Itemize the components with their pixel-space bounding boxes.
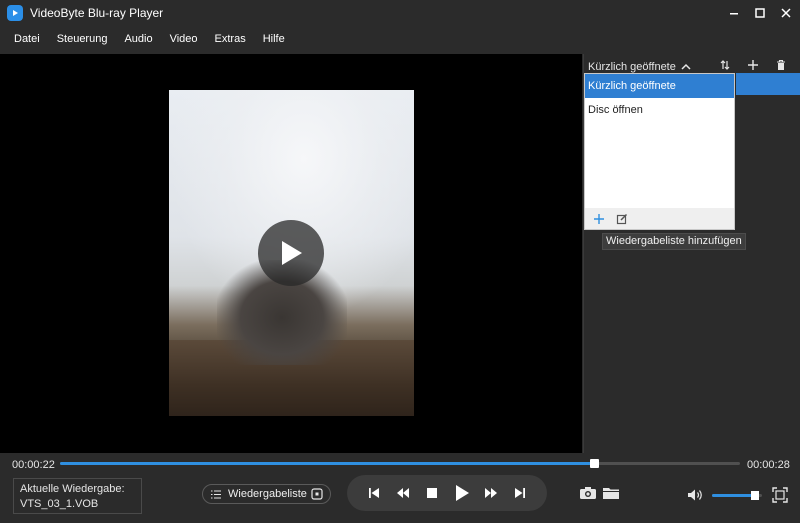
fast-forward-icon [484, 488, 497, 498]
app-title: VideoByte Blu-ray Player [30, 6, 164, 20]
current-time: 00:00:22 [12, 459, 55, 471]
play-icon [455, 485, 469, 501]
playlist-button[interactable]: Wiedergabeliste [202, 484, 331, 504]
minimize-button[interactable] [722, 1, 746, 25]
menu-steuerung[interactable]: Steuerung [57, 33, 108, 45]
video-viewport[interactable] [0, 54, 582, 453]
dropdown-item-open-disc[interactable]: Disc öffnen [585, 98, 734, 122]
speaker-icon [688, 489, 702, 501]
volume-slider[interactable] [712, 491, 762, 500]
edit-playlist-button[interactable] [614, 211, 630, 227]
folder-icon [603, 488, 619, 499]
skip-previous-icon [368, 488, 379, 498]
volume-button[interactable] [687, 487, 705, 503]
list-icon [211, 490, 221, 499]
seek-bar-handle[interactable] [590, 459, 600, 468]
sort-button[interactable] [716, 56, 734, 74]
fullscreen-button[interactable] [771, 486, 789, 504]
menu-audio[interactable]: Audio [124, 33, 152, 45]
chevron-up-icon [681, 63, 691, 70]
transport-controls [347, 475, 547, 511]
minimize-icon [730, 13, 738, 15]
window-controls [722, 0, 800, 26]
camera-icon [580, 487, 596, 499]
add-button[interactable] [744, 56, 762, 74]
close-button[interactable] [774, 1, 798, 25]
now-playing-box: Aktuelle Wiedergabe: VTS_03_1.VOB [13, 478, 142, 514]
stop-button[interactable] [422, 483, 442, 503]
tooltip: Wiedergabeliste hinzufügen [602, 233, 746, 250]
stop-icon [427, 488, 438, 498]
skip-next-icon [515, 488, 526, 498]
panel-title: Kürzlich geöffnete [588, 61, 676, 73]
fullscreen-icon [772, 487, 788, 503]
panel-actions [706, 56, 790, 74]
trash-icon [777, 59, 785, 70]
app-logo-icon [7, 5, 23, 21]
total-time: 00:00:28 [747, 459, 790, 471]
menu-video[interactable]: Video [170, 33, 198, 45]
menu-datei[interactable]: Datei [14, 33, 40, 45]
maximize-icon [755, 8, 765, 18]
open-folder-button[interactable] [601, 484, 621, 502]
maximize-button[interactable] [748, 1, 772, 25]
close-icon [781, 8, 791, 18]
fast-forward-button[interactable] [481, 483, 501, 503]
dropdown-item-recent[interactable]: Kürzlich geöffnete [585, 74, 734, 98]
recent-dropdown-menu: Kürzlich geöffnete Disc öffnen [584, 73, 735, 230]
rewind-icon [396, 488, 409, 498]
selected-row-highlight [736, 73, 800, 95]
volume-slider-fill [712, 494, 755, 497]
play-icon [282, 241, 302, 265]
add-playlist-button[interactable] [591, 211, 607, 227]
previous-button[interactable] [364, 483, 384, 503]
now-playing-file: VTS_03_1.VOB [20, 498, 99, 510]
sort-icon [720, 60, 730, 70]
menu-bar: Datei Steuerung Audio Video Extras Hilfe [0, 27, 302, 51]
plus-icon [748, 60, 758, 70]
rewind-button[interactable] [393, 483, 413, 503]
seek-bar-fill [60, 462, 595, 465]
menu-extras[interactable]: Extras [215, 33, 246, 45]
playlist-toggle-icon [311, 488, 323, 500]
next-button[interactable] [510, 483, 530, 503]
seek-bar[interactable] [60, 459, 740, 468]
dropdown-footer [585, 208, 734, 229]
plus-icon [594, 213, 604, 224]
center-play-button[interactable] [258, 220, 324, 286]
title-bar: VideoByte Blu-ray Player [0, 0, 800, 26]
snapshot-button[interactable] [578, 484, 598, 502]
delete-button[interactable] [772, 56, 790, 74]
edit-icon [616, 213, 628, 224]
volume-slider-handle[interactable] [750, 491, 759, 500]
play-button[interactable] [452, 483, 472, 503]
now-playing-label: Aktuelle Wiedergabe: [20, 483, 125, 495]
playlist-button-label: Wiedergabeliste [228, 488, 307, 500]
menu-hilfe[interactable]: Hilfe [263, 33, 285, 45]
